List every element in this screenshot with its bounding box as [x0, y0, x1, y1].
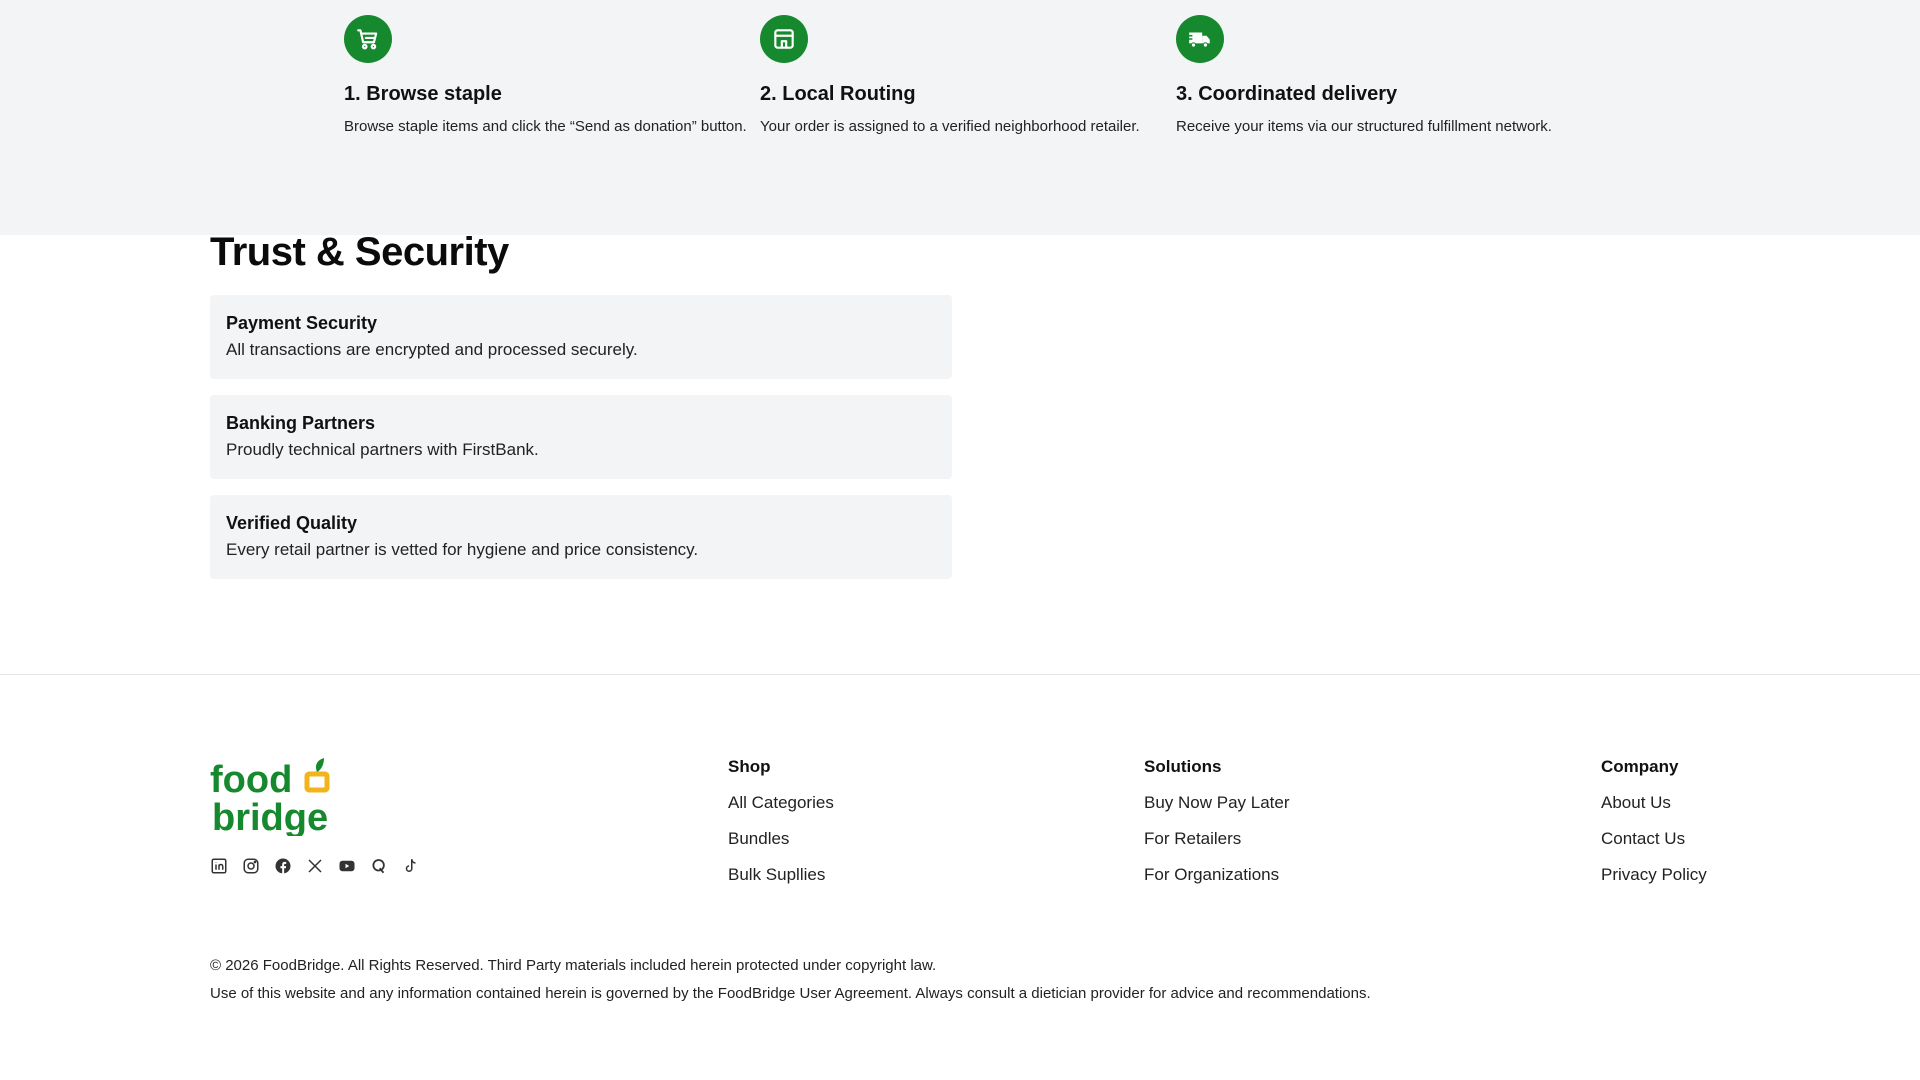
facebook-icon[interactable] — [274, 857, 292, 875]
step-description: Browse staple items and click the “Send … — [344, 118, 747, 135]
trust-card-payment-security: Payment Security All transactions are en… — [210, 295, 952, 379]
trust-card-banking-partners: Banking Partners Proudly technical partn… — [210, 395, 952, 479]
card-title: Payment Security — [226, 313, 378, 333]
tiktok-icon[interactable] — [402, 857, 420, 875]
step-title: 3. Coordinated delivery — [1176, 83, 1398, 105]
footer-link-bundles[interactable]: Bundles — [728, 829, 834, 851]
quora-icon[interactable] — [370, 857, 388, 875]
disclaimer-text: Use of this website and any information … — [210, 985, 1371, 1002]
logo-text-line2: bridge — [212, 797, 328, 836]
linkedin-icon[interactable] — [210, 857, 228, 875]
column-title: Solutions — [1144, 757, 1222, 776]
card-description: Every retail partner is vetted for hygie… — [226, 540, 699, 559]
step-title: 2. Local Routing — [760, 83, 916, 105]
footer-link-for-retailers[interactable]: For Retailers — [1144, 829, 1290, 851]
footer-column-solutions: Solutions Buy Now Pay Later For Retailer… — [1144, 757, 1290, 887]
legal-text: © 2026 FoodBridge. All Rights Reserved. … — [210, 952, 1371, 1008]
card-title: Verified Quality — [226, 513, 358, 533]
step-local-routing: 2. Local Routing Your order is assigned … — [760, 15, 1170, 137]
footer-link-privacy-policy[interactable]: Privacy Policy — [1601, 865, 1707, 887]
delivery-truck-icon — [1176, 15, 1224, 63]
trust-card-verified-quality: Verified Quality Every retail partner is… — [210, 495, 952, 579]
footer-link-buy-now-pay-later[interactable]: Buy Now Pay Later — [1144, 793, 1290, 815]
step-coordinated-delivery: 3. Coordinated delivery Receive your ite… — [1176, 15, 1586, 137]
foodbridge-logo[interactable]: food bridge — [210, 756, 335, 839]
footer-link-about-us[interactable]: About Us — [1601, 793, 1707, 815]
step-description: Your order is assigned to a verified nei… — [760, 118, 1140, 135]
footer-column-shop: Shop All Categories Bundles Bulk Supllie… — [728, 757, 834, 887]
column-title: Shop — [728, 757, 771, 776]
card-title: Banking Partners — [226, 413, 376, 433]
store-icon — [760, 15, 808, 63]
x-icon[interactable] — [306, 857, 324, 875]
section-title: Trust & Security — [210, 230, 509, 274]
footer-column-company: Company About Us Contact Us Privacy Poli… — [1601, 757, 1707, 887]
step-description: Receive your items via our structured fu… — [1176, 118, 1552, 135]
column-title: Company — [1601, 757, 1679, 776]
logo-text-line1: food — [210, 759, 292, 801]
step-browse: 1. Browse staple Browse staple items and… — [344, 15, 754, 137]
footer-link-bulk-supplies[interactable]: Bulk Supllies — [728, 865, 834, 887]
shopping-cart-icon — [344, 15, 392, 63]
footer-link-all-categories[interactable]: All Categories — [728, 793, 834, 815]
instagram-icon[interactable] — [242, 857, 260, 875]
youtube-icon[interactable] — [338, 857, 356, 875]
social-links — [210, 857, 420, 875]
card-description: All transactions are encrypted and proce… — [226, 340, 638, 359]
card-description: Proudly technical partners with FirstBan… — [226, 440, 539, 459]
how-it-works-section: 1. Browse staple Browse staple items and… — [0, 0, 1920, 235]
copyright-text: © 2026 FoodBridge. All Rights Reserved. … — [210, 957, 937, 974]
step-title: 1. Browse staple — [344, 83, 502, 105]
footer-divider — [0, 674, 1920, 675]
footer-link-for-organizations[interactable]: For Organizations — [1144, 865, 1290, 887]
footer-link-contact-us[interactable]: Contact Us — [1601, 829, 1707, 851]
